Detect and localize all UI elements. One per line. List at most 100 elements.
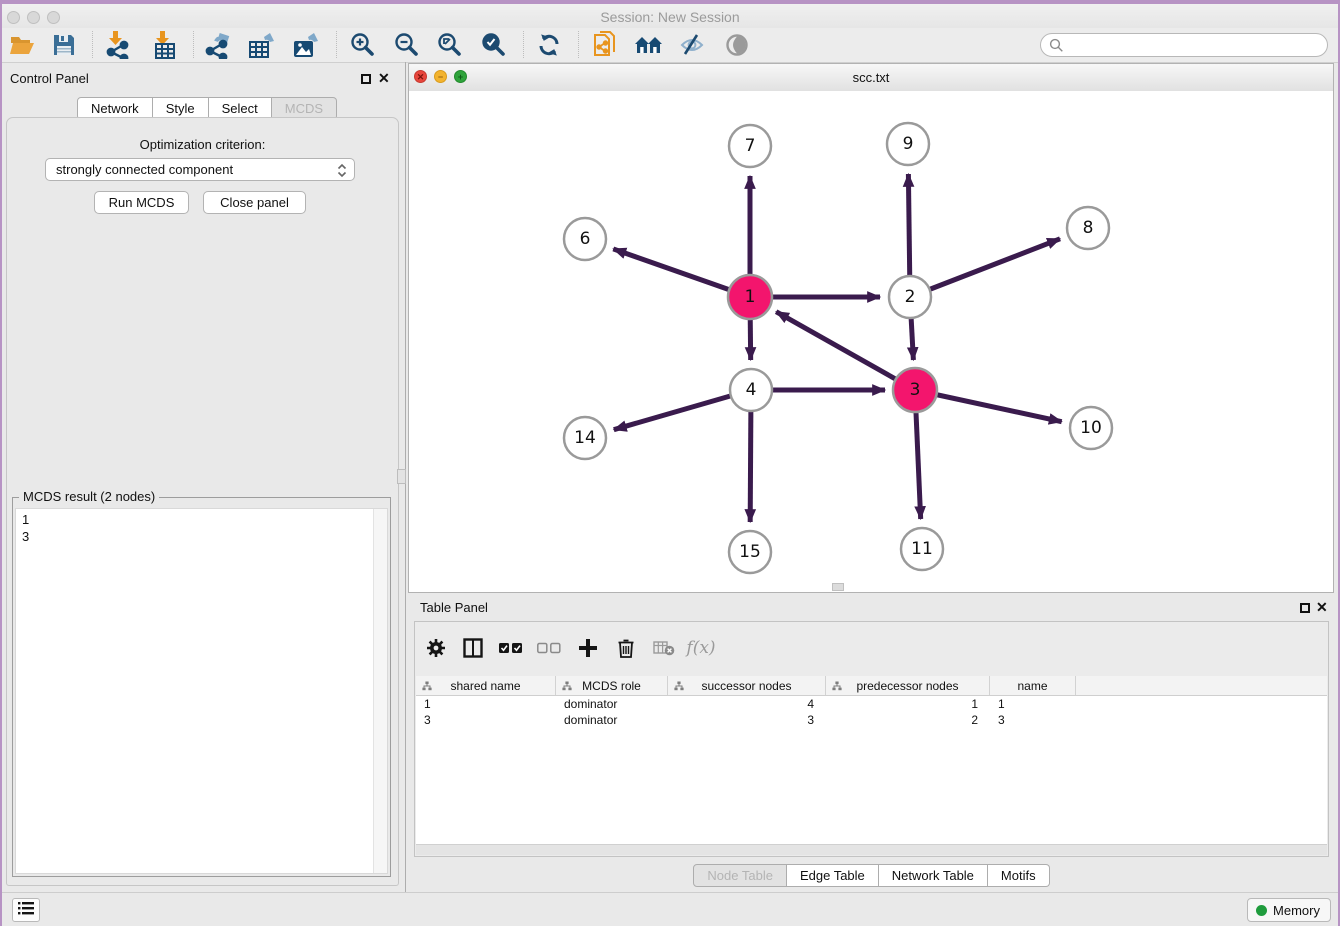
column-header-successor-nodes[interactable]: successor nodes [668, 676, 826, 695]
zoom-fit-icon[interactable] [431, 29, 467, 61]
column-header-shared-name[interactable]: shared name [416, 676, 556, 695]
add-row-icon[interactable] [572, 633, 604, 663]
tab-edge-table[interactable]: Edge Table [787, 864, 879, 887]
export-network-icon[interactable] [200, 29, 236, 61]
tab-node-table[interactable]: Node Table [693, 864, 787, 887]
window-title: Session: New Session [0, 9, 1340, 25]
delete-icon[interactable] [610, 633, 642, 663]
table-row[interactable]: 1dominator411 [416, 696, 1327, 712]
run-mcds-button[interactable]: Run MCDS [94, 191, 189, 214]
cell-successor-nodes[interactable]: 4 [668, 696, 826, 712]
mcds-result-scrollbar[interactable] [373, 509, 387, 873]
control-panel-float-icon[interactable] [361, 74, 371, 84]
import-network-icon[interactable] [100, 29, 136, 61]
new-network-from-selection-icon[interactable] [587, 29, 623, 61]
cell-name[interactable]: 3 [990, 712, 1076, 728]
svg-text:1: 1 [745, 287, 756, 307]
network-canvas[interactable]: 7 9 6 8 1 2 4 3 14 10 15 11 [409, 91, 1333, 592]
search-input[interactable] [1067, 36, 1321, 56]
show-all-icon[interactable] [719, 29, 755, 61]
cell-shared-name[interactable]: 3 [416, 712, 556, 728]
search-box [1040, 33, 1328, 57]
svg-text:14: 14 [574, 428, 596, 448]
control-panel-close-icon[interactable]: ✕ [378, 72, 390, 84]
node-10[interactable]: 10 [1070, 407, 1112, 449]
node-2[interactable]: 2 [889, 276, 931, 318]
cell-MCDS-role[interactable]: dominator [556, 696, 668, 712]
tab-motifs[interactable]: Motifs [988, 864, 1050, 887]
column-header-predecessor-nodes[interactable]: predecessor nodes [826, 676, 990, 695]
import-table-icon[interactable] [147, 29, 183, 61]
memory-button[interactable]: Memory [1247, 898, 1331, 922]
open-session-icon[interactable] [4, 29, 40, 61]
table-panel-tabs: Node TableEdge TableNetwork TableMotifs [414, 864, 1329, 887]
task-history-button[interactable] [12, 898, 40, 922]
svg-text:8: 8 [1083, 218, 1094, 238]
edge-3-1[interactable] [776, 312, 915, 390]
search-icon [1049, 38, 1064, 56]
svg-text:6: 6 [580, 229, 591, 249]
tab-network-table[interactable]: Network Table [879, 864, 988, 887]
zoom-selected-icon[interactable] [475, 29, 511, 61]
table-hscrollbar[interactable] [416, 844, 1327, 855]
network-view-title: scc.txt [409, 70, 1333, 85]
cell-MCDS-role[interactable]: dominator [556, 712, 668, 728]
deselect-all-icon[interactable] [533, 633, 565, 663]
node-15[interactable]: 15 [729, 531, 771, 573]
network-view-titlebar[interactable]: ✕ − + scc.txt [409, 64, 1333, 92]
network-resize-grip[interactable] [832, 583, 844, 591]
main-toolbar [0, 28, 1340, 63]
refresh-layout-icon[interactable] [531, 29, 567, 61]
network-view-frame: ✕ − + scc.txt 7 9 6 8 1 2 4 3 14 10 15 11 [408, 63, 1334, 593]
node-3[interactable]: 3 [893, 368, 937, 412]
select-all-icon[interactable] [495, 633, 527, 663]
mcds-result-lines: 1 3 [22, 511, 29, 545]
table-panel-float-icon[interactable] [1300, 603, 1310, 613]
export-table-icon[interactable] [244, 29, 280, 61]
edge-2-8[interactable] [910, 239, 1060, 297]
delete-table-icon[interactable] [648, 633, 680, 663]
cell-shared-name[interactable]: 1 [416, 696, 556, 712]
column-view-icon[interactable] [457, 633, 489, 663]
toolbar-separator [523, 31, 524, 58]
table-panel-close-icon[interactable]: ✕ [1316, 601, 1328, 613]
mcds-result-title: MCDS result (2 nodes) [19, 489, 159, 504]
first-neighbors-icon[interactable] [631, 29, 667, 61]
svg-text:10: 10 [1080, 418, 1102, 438]
export-image-icon[interactable] [288, 29, 324, 61]
node-9[interactable]: 9 [887, 123, 929, 165]
zoom-in-icon[interactable] [344, 29, 380, 61]
control-panel-title: Control Panel [10, 71, 89, 86]
hide-selected-icon[interactable] [674, 29, 710, 61]
node-8[interactable]: 8 [1067, 207, 1109, 249]
toolbar-separator [336, 31, 337, 58]
node-table[interactable]: shared nameMCDS rolesuccessor nodesprede… [416, 676, 1327, 845]
node-14[interactable]: 14 [564, 417, 606, 459]
app-titlebar: Session: New Session [0, 4, 1340, 29]
optimization-criterion-select[interactable]: strongly connected component [45, 158, 355, 181]
cell-successor-nodes[interactable]: 3 [668, 712, 826, 728]
table-rows[interactable]: 1dominator4113dominator323 [416, 696, 1327, 728]
node-4[interactable]: 4 [730, 369, 772, 411]
close-panel-button[interactable]: Close panel [203, 191, 306, 214]
node-11[interactable]: 11 [901, 528, 943, 570]
settings-gear-icon[interactable] [420, 633, 452, 663]
zoom-out-icon[interactable] [388, 29, 424, 61]
cell-predecessor-nodes[interactable]: 1 [826, 696, 990, 712]
cell-name[interactable]: 1 [990, 696, 1076, 712]
node-1[interactable]: 1 [728, 275, 772, 319]
node-7[interactable]: 7 [729, 125, 771, 167]
toolbar-separator [92, 31, 93, 58]
column-header-MCDS-role[interactable]: MCDS role [556, 676, 668, 695]
panel-divider-grip[interactable] [397, 469, 406, 484]
table-row[interactable]: 3dominator323 [416, 712, 1327, 728]
mcds-result-textarea[interactable]: 1 3 [15, 508, 388, 874]
table-panel-body: f(x) shared nameMCDS rolesuccessor nodes… [414, 621, 1329, 857]
column-header-name[interactable]: name [990, 676, 1076, 695]
cell-predecessor-nodes[interactable]: 2 [826, 712, 990, 728]
save-session-icon[interactable] [46, 29, 82, 61]
mcds-result-groupbox: MCDS result (2 nodes) 1 3 [12, 497, 391, 877]
optimization-criterion-label: Optimization criterion: [0, 137, 405, 152]
node-6[interactable]: 6 [564, 218, 606, 260]
table-panel-title: Table Panel [420, 600, 488, 615]
